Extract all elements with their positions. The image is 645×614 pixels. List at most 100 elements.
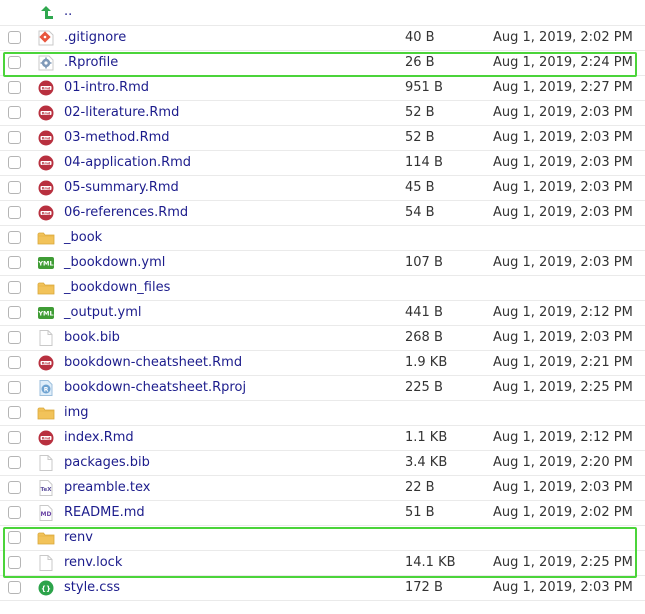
file-modified: Aug 1, 2019, 2:03 PM	[493, 330, 633, 345]
file-row[interactable]: Rbookdown-cheatsheet.Rproj 225 B Aug 1, 20…	[0, 376, 645, 401]
svg-text:{}: {}	[41, 585, 51, 593]
row-checkbox[interactable]	[8, 331, 21, 344]
row-checkbox[interactable]	[8, 381, 21, 394]
row-checkbox[interactable]	[8, 31, 21, 44]
blank-file-icon	[37, 454, 55, 472]
file-name-link[interactable]: _bookdown.yml	[64, 255, 165, 270]
file-modified: Aug 1, 2019, 2:25 PM	[493, 555, 633, 570]
file-name-link[interactable]: bookdown-cheatsheet.Rmd	[64, 355, 242, 370]
file-name-link[interactable]: .gitignore	[64, 30, 126, 45]
file-row[interactable]: _book	[0, 226, 645, 251]
row-checkbox[interactable]	[8, 56, 21, 69]
file-name-link[interactable]: style.css	[64, 580, 120, 595]
file-modified: Aug 1, 2019, 2:27 PM	[493, 80, 633, 95]
row-checkbox[interactable]	[8, 456, 21, 469]
file-list: .. .gitignore 40 B Aug 1, 2019, 2:02 PM .Rp…	[0, 0, 645, 601]
row-checkbox[interactable]	[8, 556, 21, 569]
file-modified: Aug 1, 2019, 2:12 PM	[493, 305, 633, 320]
file-name-link[interactable]: 01-intro.Rmd	[64, 80, 149, 95]
file-modified: Aug 1, 2019, 2:03 PM	[493, 480, 633, 495]
tex-file-icon: TeX	[37, 479, 55, 497]
svg-text:R: R	[44, 386, 49, 393]
parent-directory-link[interactable]: ..	[64, 4, 72, 19]
svg-text:TeX: TeX	[41, 487, 53, 493]
file-name-link[interactable]: img	[64, 405, 89, 420]
file-row[interactable]: YML _bookdown.yml 107 B Aug 1, 2019, 2:03 P…	[0, 251, 645, 276]
row-checkbox[interactable]	[8, 431, 21, 444]
file-row[interactable]: Rmd index.Rmd 1.1 KB Aug 1, 2019, 2:12 PM	[0, 426, 645, 451]
parent-directory-row[interactable]: ..	[0, 0, 645, 26]
file-name-link[interactable]: 04-application.Rmd	[64, 155, 191, 170]
file-size: 45 B	[405, 180, 435, 195]
md-file-icon: MD	[37, 504, 55, 522]
file-name-link[interactable]: README.md	[64, 505, 145, 520]
file-row[interactable]: _bookdown_files	[0, 276, 645, 301]
file-row[interactable]: renv	[0, 526, 645, 551]
file-modified: Aug 1, 2019, 2:21 PM	[493, 355, 633, 370]
file-row[interactable]: Rmd 04-application.Rmd 114 B Aug 1, 2019, 2…	[0, 151, 645, 176]
file-row[interactable]: Rmd 01-intro.Rmd 951 B Aug 1, 2019, 2:27 PM	[0, 76, 645, 101]
yml-file-icon: YML	[37, 254, 55, 272]
file-name-link[interactable]: _book	[64, 230, 102, 245]
file-name-link[interactable]: 05-summary.Rmd	[64, 180, 179, 195]
row-checkbox[interactable]	[8, 256, 21, 269]
file-name-link[interactable]: _output.yml	[64, 305, 141, 320]
svg-text:Rmd: Rmd	[42, 436, 51, 440]
file-row[interactable]: book.bib 268 B Aug 1, 2019, 2:03 PM	[0, 326, 645, 351]
file-modified: Aug 1, 2019, 2:03 PM	[493, 255, 633, 270]
row-checkbox[interactable]	[8, 506, 21, 519]
file-row[interactable]: Rmd 05-summary.Rmd 45 B Aug 1, 2019, 2:03 P…	[0, 176, 645, 201]
file-row[interactable]: TeX preamble.tex 22 B Aug 1, 2019, 2:03 PM	[0, 476, 645, 501]
up-arrow-icon[interactable]	[37, 3, 55, 21]
file-row[interactable]: MD README.md 51 B Aug 1, 2019, 2:02 PM	[0, 501, 645, 526]
row-checkbox[interactable]	[8, 231, 21, 244]
file-size: 1.9 KB	[405, 355, 448, 370]
file-name-link[interactable]: book.bib	[64, 330, 120, 345]
file-name-link[interactable]: _bookdown_files	[64, 280, 170, 295]
file-name-link[interactable]: index.Rmd	[64, 430, 134, 445]
row-checkbox[interactable]	[8, 281, 21, 294]
file-size: 107 B	[405, 255, 443, 270]
rmd-file-icon: Rmd	[37, 154, 55, 172]
file-row[interactable]: .Rprofile 26 B Aug 1, 2019, 2:24 PM	[0, 51, 645, 76]
row-checkbox[interactable]	[8, 306, 21, 319]
file-row[interactable]: {} style.css 172 B Aug 1, 2019, 2:03 PM	[0, 576, 645, 601]
file-name-link[interactable]: renv.lock	[64, 555, 122, 570]
file-row[interactable]: Rmd 02-literature.Rmd 52 B Aug 1, 2019, 2:0…	[0, 101, 645, 126]
file-name-link[interactable]: packages.bib	[64, 455, 150, 470]
file-size: 26 B	[405, 55, 435, 70]
file-name-link[interactable]: preamble.tex	[64, 480, 151, 495]
file-row[interactable]: YML _output.yml 441 B Aug 1, 2019, 2:12 PM	[0, 301, 645, 326]
file-row[interactable]: img	[0, 401, 645, 426]
row-checkbox[interactable]	[8, 481, 21, 494]
file-row[interactable]: Rmd bookdown-cheatsheet.Rmd 1.9 KB Aug 1, 2…	[0, 351, 645, 376]
file-row[interactable]: .gitignore 40 B Aug 1, 2019, 2:02 PM	[0, 26, 645, 51]
row-checkbox[interactable]	[8, 581, 21, 594]
file-modified: Aug 1, 2019, 2:25 PM	[493, 380, 633, 395]
file-row[interactable]: Rmd 03-method.Rmd 52 B Aug 1, 2019, 2:03 PM	[0, 126, 645, 151]
row-checkbox[interactable]	[8, 181, 21, 194]
file-size: 52 B	[405, 130, 435, 145]
row-checkbox[interactable]	[8, 156, 21, 169]
row-checkbox[interactable]	[8, 206, 21, 219]
row-checkbox[interactable]	[8, 406, 21, 419]
row-checkbox[interactable]	[8, 356, 21, 369]
row-checkbox[interactable]	[8, 131, 21, 144]
rmd-file-icon: Rmd	[37, 204, 55, 222]
file-name-link[interactable]: 03-method.Rmd	[64, 130, 170, 145]
row-checkbox[interactable]	[8, 106, 21, 119]
file-modified: Aug 1, 2019, 2:03 PM	[493, 105, 633, 120]
file-name-link[interactable]: renv	[64, 530, 93, 545]
row-checkbox[interactable]	[8, 531, 21, 544]
file-name-link[interactable]: 06-references.Rmd	[64, 205, 188, 220]
file-name-link[interactable]: bookdown-cheatsheet.Rproj	[64, 380, 246, 395]
file-row[interactable]: packages.bib 3.4 KB Aug 1, 2019, 2:20 PM	[0, 451, 645, 476]
file-size: 51 B	[405, 505, 435, 520]
file-row[interactable]: renv.lock 14.1 KB Aug 1, 2019, 2:25 PM	[0, 551, 645, 576]
file-row[interactable]: Rmd 06-references.Rmd 54 B Aug 1, 2019, 2:0…	[0, 201, 645, 226]
rmd-file-icon: Rmd	[37, 129, 55, 147]
file-name-link[interactable]: .Rprofile	[64, 55, 118, 70]
file-name-link[interactable]: 02-literature.Rmd	[64, 105, 179, 120]
rproj-file-icon: R	[37, 379, 55, 397]
row-checkbox[interactable]	[8, 81, 21, 94]
